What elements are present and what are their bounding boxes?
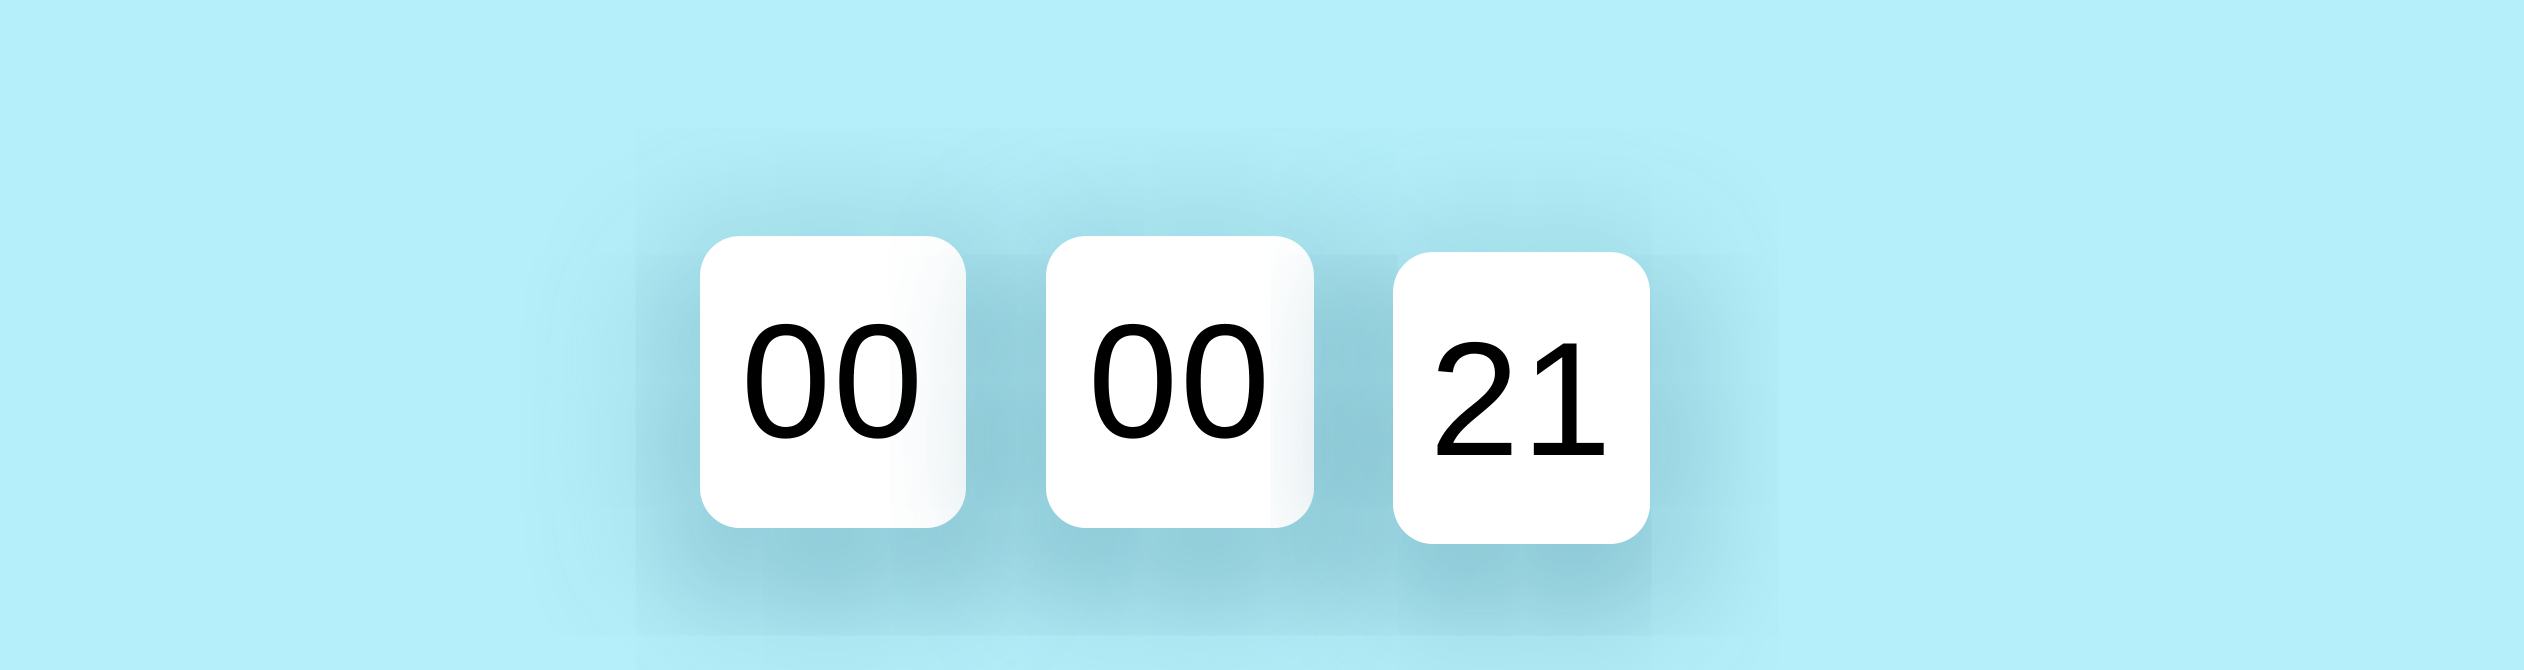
- seconds-value: 21: [1429, 309, 1614, 490]
- seconds-card: 21: [1393, 252, 1650, 544]
- hours-card: 00: [700, 236, 966, 528]
- hours-value: 00: [740, 291, 926, 472]
- minutes-value: 00: [1087, 291, 1273, 472]
- minutes-card: 00: [1046, 236, 1314, 528]
